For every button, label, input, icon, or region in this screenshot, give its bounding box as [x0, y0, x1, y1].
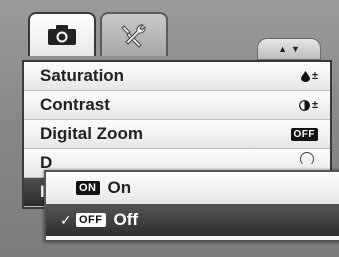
contrast-value: ± [299, 99, 318, 111]
partial-setting-icon [300, 152, 314, 166]
plus-minus-icon: ± [311, 70, 318, 82]
menu-tabs [28, 12, 176, 60]
camera-icon [48, 25, 76, 45]
tab-setup[interactable] [100, 12, 168, 56]
option-popup: ON On ✓ OFF Off [44, 170, 339, 242]
scroll-down-icon[interactable]: ▼ [291, 44, 300, 54]
contrast-icon [299, 99, 310, 111]
option-off[interactable]: ✓ OFF Off [46, 204, 339, 236]
off-badge: OFF [290, 127, 318, 141]
wrench-screwdriver-icon [121, 24, 146, 48]
menu-item-label: Digital Zoom [40, 124, 143, 143]
option-on[interactable]: ON On [46, 172, 339, 204]
on-badge: ON [76, 181, 100, 195]
menu-item-digital-zoom[interactable]: Digital Zoom OFF [24, 120, 330, 149]
menu-item-label: Saturation [40, 66, 125, 85]
scroll-indicator[interactable]: ▲ ▼ [257, 38, 321, 60]
off-badge: OFF [76, 213, 106, 227]
plus-minus-icon: ± [311, 99, 318, 111]
menu-item-label: Contrast [40, 95, 110, 114]
tab-camera[interactable] [28, 12, 96, 56]
menu-item-contrast[interactable]: Contrast ± [24, 91, 330, 120]
menu-item-saturation[interactable]: Saturation ± [24, 62, 330, 91]
option-label: Off [113, 210, 139, 229]
saturation-value: ± [300, 70, 318, 82]
checkmark-icon: ✓ [60, 211, 72, 228]
option-label: On [107, 178, 132, 197]
scroll-up-icon[interactable]: ▲ [278, 44, 287, 54]
droplet-icon [300, 70, 310, 82]
